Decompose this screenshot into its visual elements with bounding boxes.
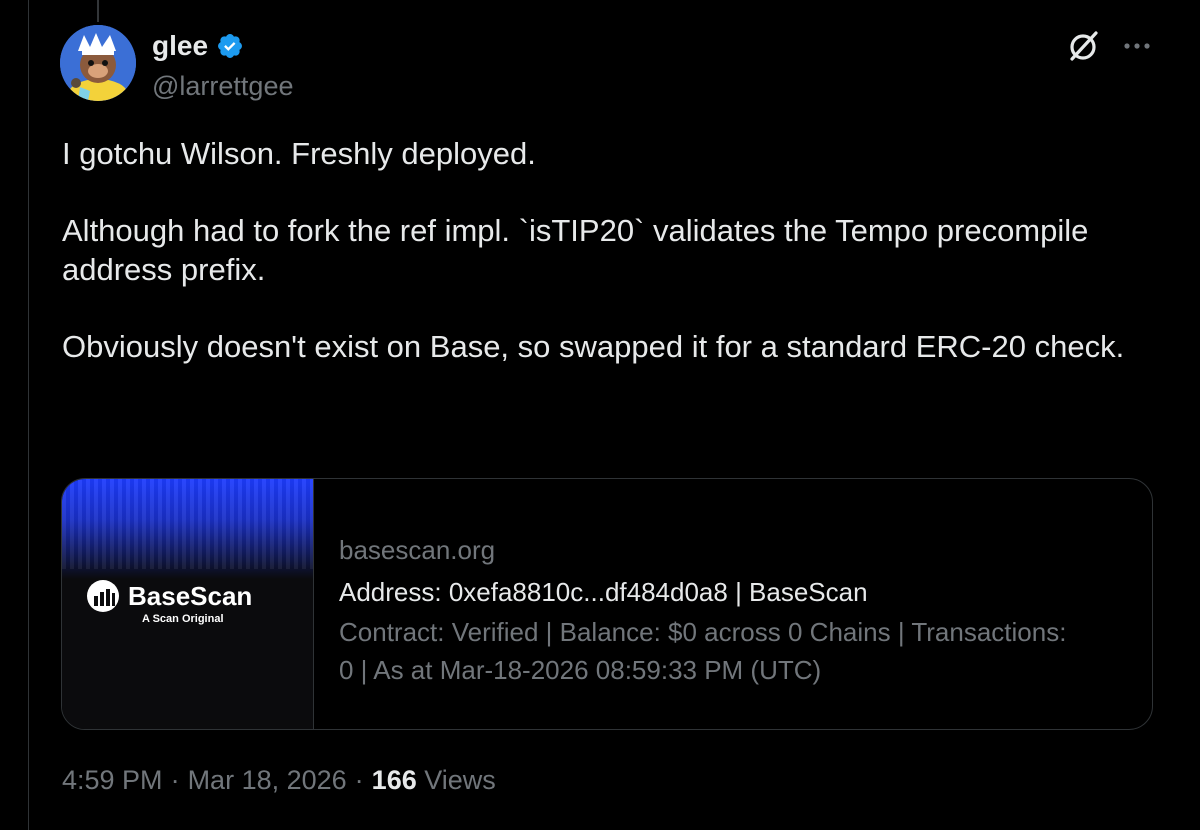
meta-separator: · [170, 765, 180, 795]
thumbnail-stripes [62, 479, 313, 569]
link-card-text[interactable]: basescan.org Address: 0xefa8810c...df484… [314, 479, 1079, 729]
thread-border [28, 0, 29, 830]
link-preview-card[interactable]: BaseScan A Scan Original basescan.org Ad… [61, 478, 1153, 730]
grok-icon[interactable] [1066, 28, 1102, 64]
basescan-logo-icon [87, 580, 119, 612]
basescan-brand: BaseScan [86, 579, 252, 613]
link-card-description: Contract: Verified | Balance: $0 across … [339, 617, 1067, 685]
tweet-text: I gotchu Wilson. Freshly deployed. Altho… [62, 134, 1152, 366]
more-options-icon[interactable] [1122, 33, 1152, 59]
avatar-image [60, 25, 136, 101]
tweet-paragraph: I gotchu Wilson. Freshly deployed. [62, 136, 536, 171]
author-name-row: glee [152, 30, 244, 62]
verified-badge-icon[interactable] [216, 32, 244, 60]
tweet-time[interactable]: 4:59 PM [62, 765, 163, 796]
brand-name: BaseScan [128, 580, 253, 611]
link-card-title: Address: 0xefa8810c...df484d0a8 | BaseSc… [339, 577, 868, 607]
link-card-thumbnail[interactable]: BaseScan A Scan Original [62, 479, 314, 729]
views[interactable]: 166 Views [372, 765, 496, 796]
tweet-paragraph: Obviously doesn't exist on Base, so swap… [62, 329, 1125, 364]
brand-subtitle: A Scan Original [142, 613, 224, 625]
views-label: Views [424, 765, 496, 795]
views-count: 166 [371, 765, 417, 795]
author-display-name[interactable]: glee [152, 30, 208, 62]
tweet-date[interactable]: Mar 18, 2026 [188, 765, 347, 796]
tweet-paragraph: Although had to fork the ref impl. `isTI… [62, 213, 1089, 287]
thread-connector-line [97, 0, 99, 22]
author-handle[interactable]: @larrettgee [152, 71, 293, 102]
link-card-domain: basescan.org [339, 535, 496, 565]
meta-separator: · [354, 765, 364, 795]
avatar[interactable] [60, 25, 136, 101]
tweet-meta: 4:59 PM · Mar 18, 2026 · 166 Views [62, 765, 496, 796]
